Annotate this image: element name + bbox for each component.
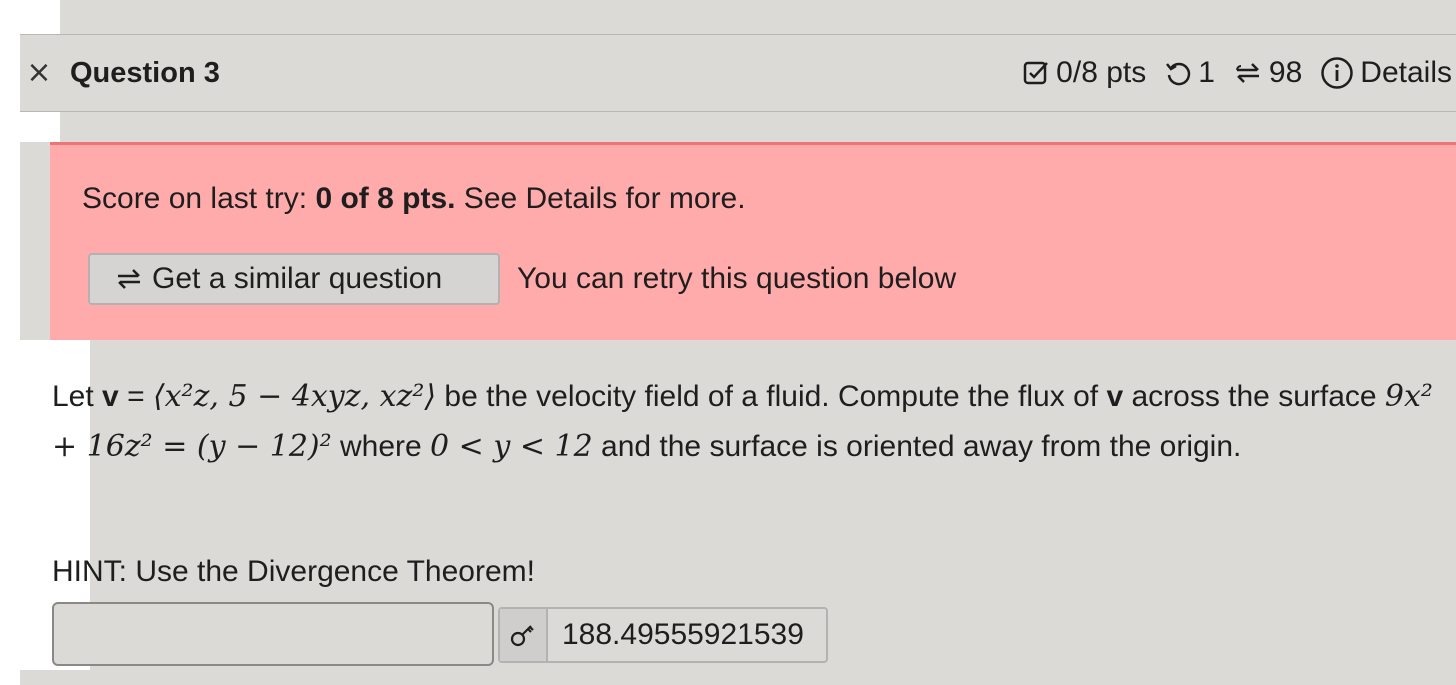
similar-icon <box>118 269 140 289</box>
get-similar-question-button[interactable]: Get a similar question <box>88 253 500 305</box>
question-text: Let v = ⟨x²z, 5 − 4xyz, xz²⟩ be the velo… <box>52 372 1452 472</box>
points-status: 0/8 pts <box>1022 56 1146 90</box>
q-text3: where <box>331 430 431 463</box>
key-button[interactable] <box>500 609 548 661</box>
key-value: 188.49555921539 <box>562 618 804 651</box>
left-margin <box>0 0 20 685</box>
question-header: × Question 3 0/8 pts 1 98 Details <box>20 34 1456 112</box>
q-text1: be the velocity field of a fluid. Comput… <box>436 380 1107 413</box>
score-prefix: Score on last try: <box>82 182 316 215</box>
retry-count: 1 <box>1198 56 1215 89</box>
score-value: 0 of 8 pts. <box>315 182 456 215</box>
details-label: Details <box>1360 56 1452 89</box>
retry-icon <box>1166 62 1191 86</box>
info-icon <box>1321 57 1354 89</box>
points-text: 0/8 pts <box>1056 56 1147 89</box>
q-text2: across the surface <box>1123 380 1385 413</box>
retry-status: 1 <box>1164 56 1215 90</box>
q-let: Let <box>52 380 103 413</box>
question-title: Question 3 <box>70 57 220 89</box>
score-suffix: See Details for more. <box>455 182 746 215</box>
q-equals: = <box>118 380 153 413</box>
key-icon <box>510 625 534 647</box>
score-alert: Score on last try: 0 of 8 pts. See Detai… <box>50 142 1456 340</box>
similar-button-label: Get a similar question <box>152 262 443 295</box>
q-range-expression: 0 < y < 12 <box>430 429 593 464</box>
q-vector-v: v <box>102 380 119 413</box>
retry-note: You can retry this question below <box>517 262 957 295</box>
answer-input[interactable] <box>52 602 494 666</box>
hint-text: HINT: Use the Divergence Theorem! <box>52 555 535 588</box>
attempts-count: 98 <box>1268 56 1303 89</box>
question-meta: 0/8 pts 1 98 Details <box>1004 55 1452 91</box>
checkbox-icon <box>1023 61 1049 85</box>
similar-icon <box>1235 63 1259 83</box>
q-field-expression: ⟨x²z, 5 − 4xyz, xz²⟩ <box>152 379 437 414</box>
q-vector-v2: v <box>1106 380 1124 413</box>
collapse-question-button[interactable]: × <box>24 55 54 91</box>
attempts-status: 98 <box>1233 56 1302 90</box>
details-button[interactable]: Details <box>1320 56 1452 90</box>
score-line: Score on last try: 0 of 8 pts. See Detai… <box>82 181 746 217</box>
q-text4: and the surface is oriented away from th… <box>592 430 1242 463</box>
answer-key: 188.49555921539 <box>498 607 828 663</box>
